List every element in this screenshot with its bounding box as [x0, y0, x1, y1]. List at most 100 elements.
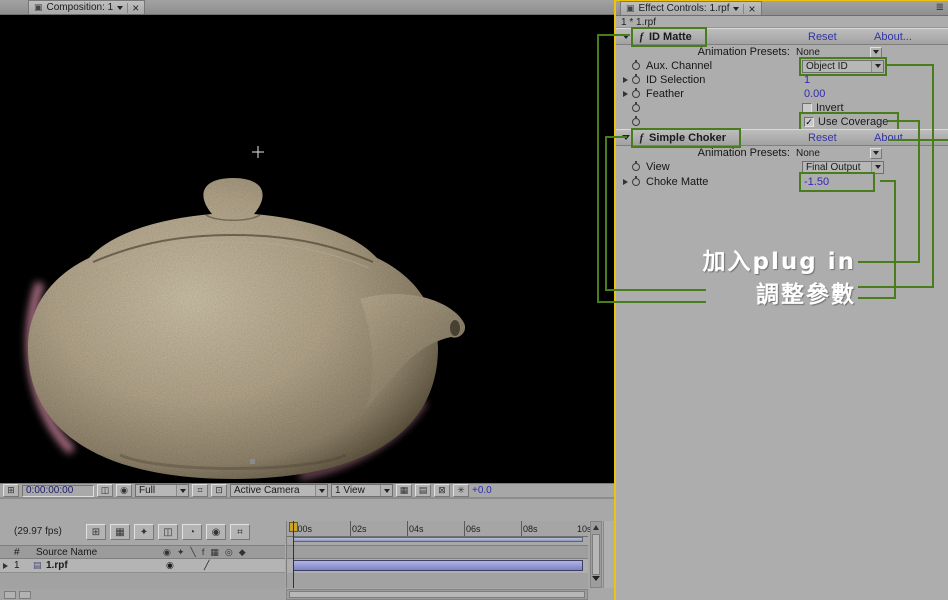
stopwatch-icon[interactable]	[632, 178, 640, 186]
motion-blur-column-icon[interactable]: ◎	[225, 547, 233, 558]
layer-expander-icon[interactable]	[3, 563, 11, 569]
column-index[interactable]: #	[14, 547, 20, 558]
effect-name-box[interactable]: f Simple Choker	[634, 131, 738, 145]
dropdown-arrow-icon[interactable]	[871, 61, 883, 72]
presets-select[interactable]: None	[796, 47, 882, 58]
effects-column-icon[interactable]: f	[202, 547, 205, 558]
about-link[interactable]: About...	[874, 31, 912, 43]
property-value[interactable]: -1.50	[802, 175, 872, 189]
presets-select[interactable]: None	[796, 148, 882, 159]
dropdown-arrow-icon[interactable]	[871, 162, 883, 173]
effect-header-simple-choker[interactable]: f Simple Choker Reset About...	[616, 129, 948, 146]
expander-icon[interactable]	[623, 179, 631, 185]
layer-handle-dot[interactable]	[250, 459, 255, 464]
stopwatch-icon[interactable]	[632, 118, 640, 126]
layer-quality-icon[interactable]: ╱	[204, 560, 209, 571]
auto-keyframe-icon[interactable]: ◉	[206, 524, 226, 540]
aux-channel-select[interactable]: Object ID	[802, 60, 884, 73]
dropdown-arrow-icon[interactable]	[315, 485, 327, 496]
show-channel-icon[interactable]: ◉	[116, 484, 132, 497]
close-icon[interactable]: ×	[748, 4, 755, 14]
expander-icon[interactable]	[622, 34, 630, 43]
expand-columns-icon[interactable]	[4, 591, 16, 599]
checkbox[interactable]: ✓	[804, 117, 814, 127]
reset-link[interactable]: Reset	[808, 31, 837, 43]
comp-reference[interactable]: 1 * 1.rpf	[616, 16, 948, 28]
close-icon[interactable]: ×	[132, 3, 139, 13]
quality-column-icon[interactable]: ╲	[190, 547, 195, 558]
reset-link[interactable]: Reset	[808, 132, 837, 144]
expander-icon[interactable]	[623, 91, 631, 97]
layer-video-icon[interactable]: ◉	[166, 560, 174, 571]
time-ruler[interactable]: :00s 02s 04s 06s 08s 10s	[287, 521, 588, 537]
about-link[interactable]: About...	[874, 132, 912, 144]
snapshot-icon[interactable]: ◫	[97, 484, 113, 497]
chevron-down-icon[interactable]	[117, 6, 123, 13]
grid-and-guides-icon[interactable]: ⊞	[3, 484, 19, 497]
layer-row[interactable]: 1 ▤ 1.rpf ◉ ╱	[0, 559, 285, 573]
switch-column-icons: ◉ ✦ ╲ f ▦ ◎ ◆	[163, 547, 246, 558]
scrollbar-thumb[interactable]	[592, 534, 600, 575]
dropdown-arrow-icon[interactable]	[380, 485, 392, 496]
magnification-select[interactable]: Full	[135, 484, 189, 497]
dropdown-arrow-icon[interactable]	[176, 485, 188, 496]
effect-name-box[interactable]: f ID Matte	[634, 30, 704, 44]
effect-header-id-matte[interactable]: f ID Matte Reset About...	[616, 28, 948, 45]
frame-blending-icon[interactable]: ◫	[158, 524, 178, 540]
chevron-down-icon[interactable]	[733, 7, 739, 14]
scroll-down-icon[interactable]	[592, 576, 600, 585]
expander-icon[interactable]	[622, 135, 630, 144]
checkbox[interactable]	[802, 103, 812, 113]
stopwatch-icon[interactable]	[632, 104, 640, 112]
fast-previews-icon[interactable]: ▤	[415, 484, 431, 497]
pixel-aspect-icon[interactable]: ▦	[396, 484, 412, 497]
camera-select[interactable]: Active Camera	[230, 484, 328, 497]
invert-checkbox-group[interactable]: Invert	[802, 102, 844, 114]
mini-flowchart-icon[interactable]: ⊠	[434, 484, 450, 497]
tab-composition[interactable]: ▣ Composition: 1 ×	[28, 0, 145, 14]
stopwatch-icon[interactable]	[632, 76, 640, 84]
scroll-up-icon[interactable]	[593, 522, 599, 530]
region-of-interest-icon[interactable]: ⊡	[211, 484, 227, 497]
expand-columns-icon[interactable]	[19, 591, 31, 599]
frame-blend-column-icon[interactable]: ▦	[210, 547, 219, 558]
motion-blur-icon[interactable]: ◔	[182, 524, 202, 540]
stopwatch-icon[interactable]	[632, 163, 640, 171]
graph-editor-icon[interactable]: ⌗	[230, 524, 250, 540]
panel-menu-icon[interactable]: ≣	[936, 2, 948, 15]
stopwatch-icon[interactable]	[632, 90, 640, 98]
video-column-icon[interactable]: ◉	[163, 547, 171, 558]
empty-layer-area	[0, 573, 285, 589]
view-select[interactable]: Final Output	[802, 161, 884, 174]
scrollbar-thumb[interactable]	[289, 591, 585, 598]
shy-column-icon[interactable]: ✦	[177, 547, 185, 558]
hide-shy-layers-icon[interactable]: ✦	[134, 524, 154, 540]
safe-margins-icon[interactable]: ⌗	[192, 484, 208, 497]
exposure-value[interactable]: +0.0	[472, 485, 492, 496]
dropdown-arrow-icon[interactable]	[870, 47, 882, 58]
property-row-feather: Feather 0.00	[616, 87, 948, 101]
tab-effect-controls[interactable]: ▣ Effect Controls: 1.rpf ×	[620, 1, 762, 15]
expander-icon[interactable]	[623, 77, 631, 83]
stopwatch-icon[interactable]	[632, 62, 640, 70]
use-coverage-checkbox-group[interactable]: ✓ Use Coverage	[802, 115, 896, 129]
column-source-name[interactable]: Source Name	[36, 547, 97, 558]
view-layout-select[interactable]: 1 View	[331, 484, 393, 497]
composition-viewport[interactable]	[0, 15, 614, 483]
timeline-vertical-scrollbar[interactable]	[590, 521, 602, 588]
timeline-horizontal-scrollbar[interactable]	[286, 589, 588, 600]
dropdown-arrow-icon[interactable]	[870, 148, 882, 159]
reset-exposure-icon[interactable]: ✳	[453, 484, 469, 497]
live-update-icon[interactable]: ⊞	[86, 524, 106, 540]
layer-duration-bar[interactable]	[293, 560, 583, 571]
footage-file-icon: ▤	[33, 560, 42, 571]
current-time-indicator[interactable]	[293, 521, 294, 588]
anchor-point-crosshair[interactable]	[252, 146, 264, 158]
property-value[interactable]: 0.00	[802, 88, 825, 100]
layer-name[interactable]: 1.rpf	[46, 560, 68, 571]
current-time-display[interactable]: 0:00:00:00	[22, 485, 94, 497]
draft-3d-icon[interactable]: ▦	[110, 524, 130, 540]
3d-column-icon[interactable]: ◆	[239, 547, 246, 558]
property-value[interactable]: 1	[802, 74, 810, 86]
work-area-bar[interactable]	[293, 537, 583, 542]
